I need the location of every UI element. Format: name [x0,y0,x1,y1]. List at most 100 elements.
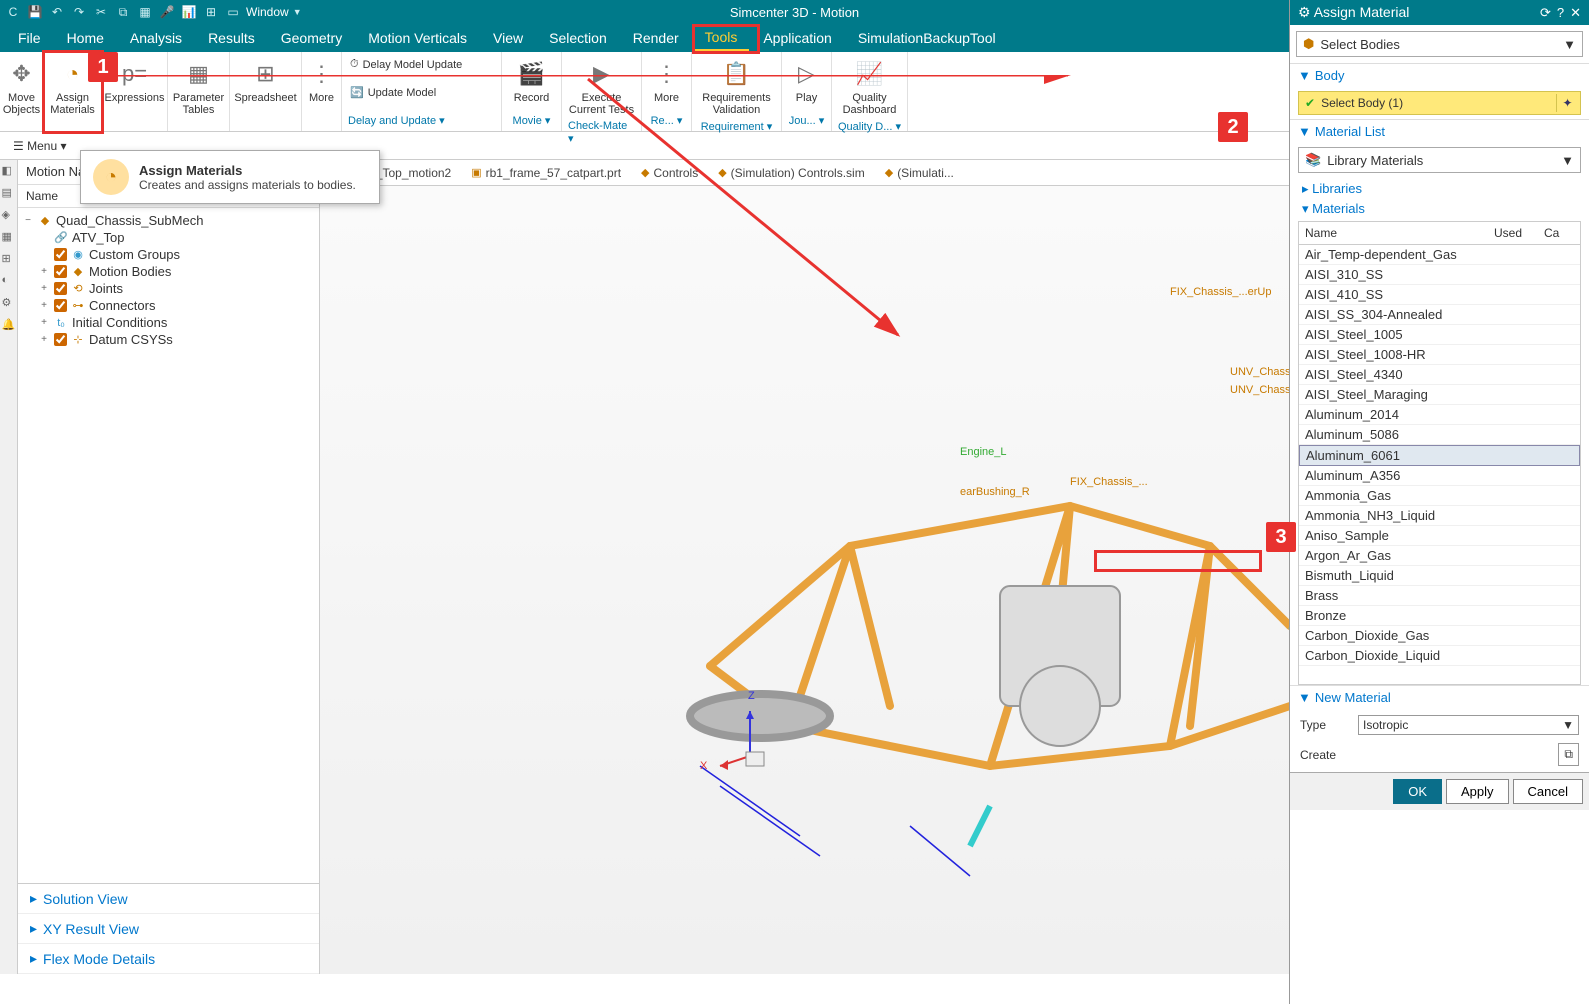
section-body[interactable]: ▼ Body [1290,63,1589,87]
checkbox[interactable] [54,333,67,346]
material-row[interactable]: AISI_310_SS [1299,265,1580,285]
reset-icon[interactable]: ⟳ [1540,5,1551,21]
copy-icon[interactable]: ⧉ [114,3,132,21]
execute-tests-button[interactable]: ▶Execute Current Tests [565,56,638,118]
parameter-tables-button[interactable]: ▦ Parameter Tables [169,56,228,118]
material-row[interactable]: Bismuth_Liquid [1299,566,1580,586]
material-row[interactable]: AISI_Steel_1005 [1299,325,1580,345]
menu-file[interactable]: File [6,26,53,50]
materials-link[interactable]: ▾ Materials [1290,201,1589,221]
help-icon[interactable]: ? [1557,5,1564,21]
create-icon-button[interactable]: ⧉ [1558,743,1579,766]
menu-dropdown[interactable]: ☰ Menu ▾ [6,136,73,156]
jou-footer[interactable]: Jou... ▾ [789,112,824,127]
col-name[interactable]: Name [1305,226,1494,240]
material-row[interactable]: AISI_SS_304-Annealed [1299,305,1580,325]
qat-icon[interactable]: ▦ [136,3,154,21]
qat-icon[interactable]: ⊞ [202,3,220,21]
section-solution-view[interactable]: ▸ Solution View [18,884,319,914]
more-button[interactable]: ⋮ More [302,56,342,106]
menu-results[interactable]: Results [196,26,267,50]
section-new-material[interactable]: ▼ New Material [1290,685,1589,709]
menu-application[interactable]: Application [751,26,844,50]
tree-item-connectors[interactable]: +⊶Connectors [22,297,315,314]
material-row[interactable]: AISI_Steel_1008-HR [1299,345,1580,365]
re-footer[interactable]: Re... ▾ [651,112,683,127]
move-objects-button[interactable]: ✥ Move Objects [0,56,44,118]
material-row[interactable]: Aluminum_A356 [1299,466,1580,486]
select-bodies-dropdown[interactable]: ⬢ Select Bodies ▼ [1296,31,1583,57]
qat-icon[interactable]: 🎤 [158,3,176,21]
save-icon[interactable]: 💾 [26,3,44,21]
rail-icon[interactable]: ▤ [2,186,16,200]
tab[interactable]: ▣rb1_frame_57_catpart.prt [465,164,627,182]
material-row[interactable]: Air_Temp-dependent_Gas [1299,245,1580,265]
menu-simulation-backup-tool[interactable]: SimulationBackupTool [846,26,1008,50]
material-row[interactable]: Bronze [1299,606,1580,626]
tree-item-atv[interactable]: 🔗ATV_Top [22,229,315,246]
tab[interactable]: ◆(Simulation) Controls.sim [712,164,871,182]
update-model[interactable]: 🔄Update Model [348,84,438,101]
menu-view[interactable]: View [481,26,535,50]
target-icon[interactable]: ✦ [1556,94,1578,112]
menu-selection[interactable]: Selection [537,26,619,50]
rail-icon[interactable]: ▦ [2,230,16,244]
col-used[interactable]: Used [1494,226,1544,240]
col-ca[interactable]: Ca [1544,226,1574,240]
libraries-link[interactable]: ▸ Libraries [1290,177,1589,201]
checkmate-footer[interactable]: Check-Mate ▾ [568,118,635,145]
requirement-footer[interactable]: Requirement ▾ [701,118,773,133]
window-icon[interactable]: ▭ [224,3,242,21]
material-row[interactable]: Aluminum_5086 [1299,425,1580,445]
delay-model-update[interactable]: ⏱Delay Model Update [348,56,464,73]
section-material-list[interactable]: ▼ Material List [1290,119,1589,143]
material-row[interactable]: Aluminum_6061 [1299,445,1580,466]
section-xy-result-view[interactable]: ▸ XY Result View [18,914,319,944]
cancel-button[interactable]: Cancel [1513,779,1583,804]
material-row[interactable]: Carbon_Dioxide_Gas [1299,626,1580,646]
menu-motion-verticals[interactable]: Motion Verticals [356,26,479,50]
undo-icon[interactable]: ↶ [48,3,66,21]
material-row[interactable]: Carbon_Dioxide_Liquid [1299,646,1580,666]
menu-tools[interactable]: Tools [693,25,750,52]
ok-button[interactable]: OK [1393,779,1442,804]
tree-root[interactable]: −◆Quad_Chassis_SubMech [22,212,315,229]
library-materials-dropdown[interactable]: 📚 Library Materials ▼ [1298,147,1581,173]
menu-home[interactable]: Home [55,26,116,50]
rail-icon[interactable]: 🔔 [2,318,16,332]
material-row[interactable]: Brass [1299,586,1580,606]
tab[interactable]: ◆Controls [635,164,704,182]
material-row[interactable]: AISI_Steel_Maraging [1299,385,1580,405]
material-row[interactable]: Aluminum_2014 [1299,405,1580,425]
menu-render[interactable]: Render [621,26,691,50]
rail-icon[interactable]: ⊞ [2,252,16,266]
section-flex-mode-details[interactable]: ▸ Flex Mode Details [18,944,319,974]
close-icon[interactable]: ✕ [1570,5,1581,21]
type-dropdown[interactable]: Isotropic ▼ [1358,715,1579,735]
checkbox[interactable] [54,282,67,295]
menu-analysis[interactable]: Analysis [118,26,194,50]
record-button[interactable]: 🎬Record [510,56,553,106]
play-button[interactable]: ▷Play [787,56,827,106]
rail-icon[interactable]: ◈ [2,208,16,222]
material-row[interactable]: AISI_410_SS [1299,285,1580,305]
material-row[interactable]: AISI_Steel_4340 [1299,365,1580,385]
rail-icon[interactable]: ◐ [2,274,16,288]
material-row[interactable]: Ammonia_Gas [1299,486,1580,506]
quality-footer[interactable]: Quality D... ▾ [838,118,901,133]
navigator-tree[interactable]: −◆Quad_Chassis_SubMech 🔗ATV_Top ◉Custom … [18,208,319,883]
tab[interactable]: ◆(Simulati... [879,164,960,182]
delay-update-footer[interactable]: Delay and Update ▾ [348,112,445,127]
select-body-field[interactable]: ✔ Select Body (1) ✦ [1298,91,1581,115]
movie-footer[interactable]: Movie ▾ [513,112,551,127]
checkbox[interactable] [54,248,67,261]
more2-button[interactable]: ⋮More [647,56,687,106]
cut-icon[interactable]: ✂ [92,3,110,21]
tree-item-initial-conditions[interactable]: +t₀Initial Conditions [22,314,315,331]
tree-item-joints[interactable]: +⟲Joints [22,280,315,297]
spreadsheet-button[interactable]: ⊞ Spreadsheet [230,56,300,106]
rail-icon[interactable]: ◧ [2,164,16,178]
redo-icon[interactable]: ↷ [70,3,88,21]
window-dropdown[interactable]: Window [246,5,289,19]
material-row[interactable]: Aniso_Sample [1299,526,1580,546]
